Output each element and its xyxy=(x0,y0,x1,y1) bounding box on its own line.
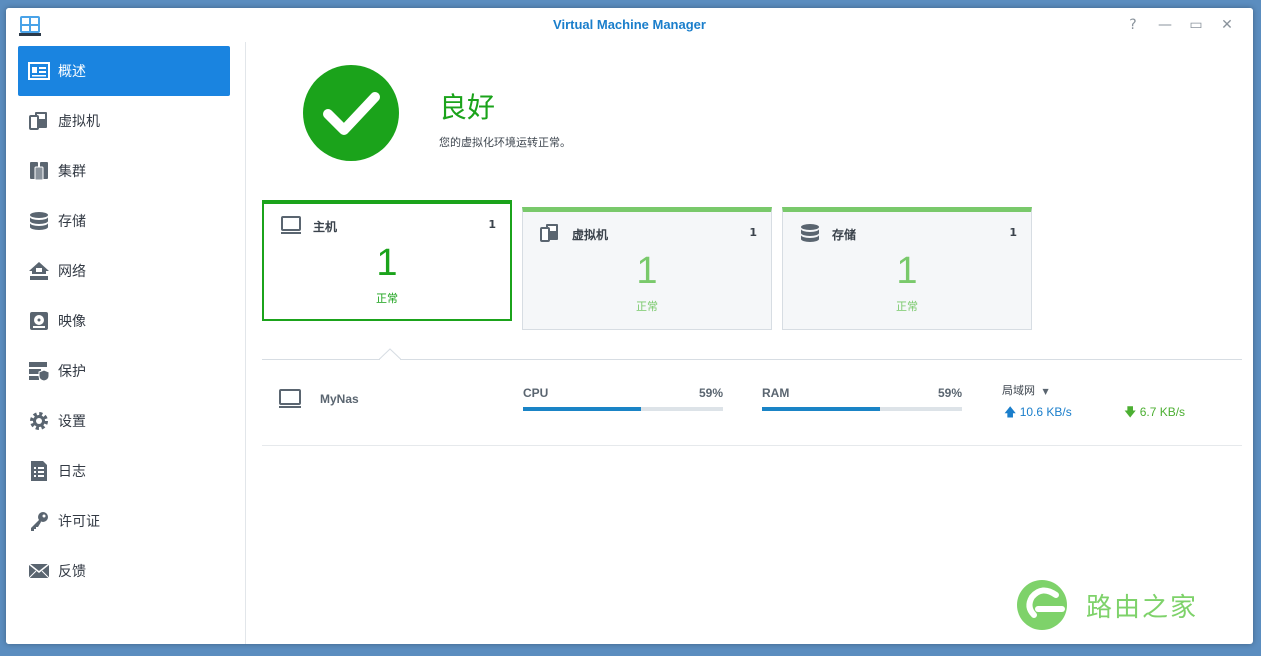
ram-label: RAM xyxy=(762,386,790,400)
sidebar-item-label: 反馈 xyxy=(58,564,86,580)
sidebar-item-label: 映像 xyxy=(58,314,86,330)
watermark-text: 路由之家 xyxy=(1086,592,1199,623)
sidebar-item-label: 日志 xyxy=(58,464,86,480)
upload-speed-value: 10.6 KB/s xyxy=(1019,405,1072,419)
cpu-value: 59% xyxy=(698,386,723,400)
card-label: 虚拟机 xyxy=(572,228,609,242)
close-button[interactable]: ✕ xyxy=(1218,16,1236,34)
chevron-down-icon: ▼ xyxy=(1042,387,1049,396)
sidebar-item-protection[interactable]: 保护 xyxy=(18,346,230,396)
card-state: 正常 xyxy=(636,300,658,313)
ram-value: 59% xyxy=(937,386,962,400)
sidebar-item-settings[interactable]: 设置 xyxy=(18,396,230,446)
sidebar-item-label: 网络 xyxy=(58,264,86,280)
sidebar-item-license[interactable]: 许可证 xyxy=(18,496,230,546)
sidebar-item-label: 许可证 xyxy=(58,514,100,530)
download-arrow-icon: 🡇 xyxy=(1124,405,1137,419)
sidebar-item-feedback[interactable]: 反馈 xyxy=(18,546,230,596)
sidebar: 概述 虚拟机 集群 存储 网络 映像 保护 设置 日志 许可证 反馈 xyxy=(6,42,246,644)
feedback-envelope-icon xyxy=(28,560,50,582)
upload-speed: 🡅 10.6 KB/s xyxy=(1004,403,1072,424)
monitor-icon xyxy=(279,389,301,408)
sidebar-item-virtual-machine[interactable]: 虚拟机 xyxy=(18,96,230,146)
selection-pointer-icon xyxy=(379,348,401,360)
watermark: 路由之家 xyxy=(1016,579,1198,631)
card-host[interactable]: 主机 1 1 正常 xyxy=(262,200,512,321)
cpu-label: CPU xyxy=(523,386,549,400)
overview-panel: 良好 您的虚拟化环境运转正常。 主机 1 1 正常 虚拟机 1 1 正常 存储 … xyxy=(247,42,1253,644)
minimize-button[interactable]: — xyxy=(1156,16,1174,34)
sidebar-item-label: 集群 xyxy=(58,164,86,180)
sidebar-item-overview[interactable]: 概述 xyxy=(18,46,230,96)
network-selector-label: 局域网 xyxy=(1002,384,1035,397)
network-selector[interactable]: 局域网 ▼ xyxy=(1002,382,1049,398)
cpu-usage-bar xyxy=(523,407,723,411)
sidebar-item-image[interactable]: 映像 xyxy=(18,296,230,346)
ram-usage-fill xyxy=(762,407,880,411)
card-value: 1 xyxy=(376,242,398,284)
card-value: 1 xyxy=(636,250,658,292)
card-value: 1 xyxy=(896,250,918,292)
cpu-usage-fill xyxy=(523,407,641,411)
download-speed-value: 6.7 KB/s xyxy=(1139,405,1186,419)
card-label: 主机 xyxy=(313,220,338,234)
storage-icon xyxy=(801,224,819,242)
card-count: 1 xyxy=(1009,226,1017,239)
license-key-icon xyxy=(28,510,50,532)
upload-arrow-icon: 🡅 xyxy=(1004,405,1017,419)
check-circle-icon xyxy=(303,65,399,161)
sidebar-item-cluster[interactable]: 集群 xyxy=(18,146,230,196)
virtual-machine-icon xyxy=(540,224,558,242)
sidebar-item-label: 存储 xyxy=(58,214,86,230)
sidebar-item-label: 虚拟机 xyxy=(58,114,100,130)
monitor-icon xyxy=(281,216,301,234)
cluster-icon xyxy=(28,160,50,182)
sidebar-item-label: 设置 xyxy=(58,414,86,430)
status-description: 您的虚拟化环境运转正常。 xyxy=(439,136,571,149)
help-button[interactable]: ? xyxy=(1124,16,1142,34)
maximize-button[interactable]: ▭ xyxy=(1187,16,1205,34)
card-state: 正常 xyxy=(896,300,918,313)
card-label: 存储 xyxy=(832,228,857,242)
sidebar-item-network[interactable]: 网络 xyxy=(18,246,230,296)
download-speed: 🡇 6.7 KB/s xyxy=(1124,403,1185,424)
sidebar-item-log[interactable]: 日志 xyxy=(18,446,230,496)
card-state: 正常 xyxy=(376,292,398,305)
sidebar-item-storage[interactable]: 存储 xyxy=(18,196,230,246)
log-icon xyxy=(28,460,50,482)
title-bar: Virtual Machine Manager ? — ▭ ✕ xyxy=(6,8,1253,42)
card-count: 1 xyxy=(749,226,757,239)
image-icon xyxy=(28,310,50,332)
overview-icon xyxy=(28,60,50,82)
protection-icon xyxy=(28,360,50,382)
watermark-logo-icon xyxy=(1017,580,1067,630)
window-title: Virtual Machine Manager xyxy=(553,17,706,32)
card-virtual-machine[interactable]: 虚拟机 1 1 正常 xyxy=(522,207,772,330)
sidebar-item-label: 概述 xyxy=(58,64,86,80)
card-count: 1 xyxy=(488,218,496,231)
network-icon xyxy=(28,260,50,282)
sidebar-item-label: 保护 xyxy=(58,364,86,380)
ram-usage-bar xyxy=(762,407,962,411)
card-storage[interactable]: 存储 1 1 正常 xyxy=(782,207,1032,330)
host-name: MyNas xyxy=(320,392,359,406)
app-window: Virtual Machine Manager ? — ▭ ✕ 概述 虚拟机 集… xyxy=(6,8,1253,644)
host-row[interactable]: MyNas CPU 59% RAM 59% 局域网 ▼ 🡅 10.6 KB/s … xyxy=(262,360,1242,446)
status-title: 良好 xyxy=(439,91,496,124)
settings-gear-icon xyxy=(28,410,50,432)
storage-icon xyxy=(28,210,50,232)
virtual-machine-icon xyxy=(28,110,50,132)
